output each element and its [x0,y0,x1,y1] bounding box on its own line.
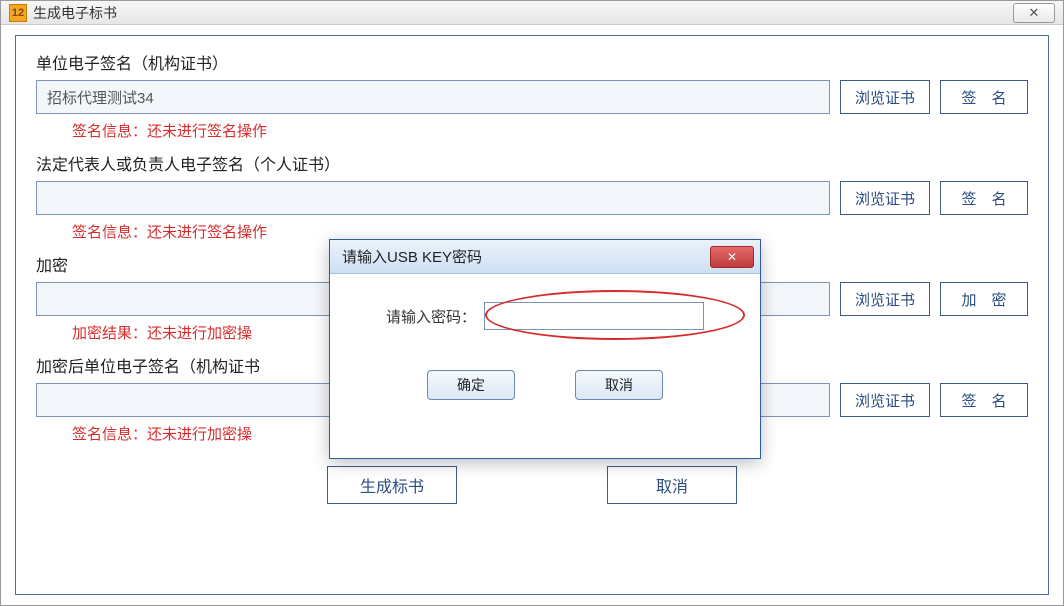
dialog-titlebar: 请输入USB KEY密码 ✕ [330,240,760,274]
post-encrypt-browse-cert-button[interactable]: 浏览证书 [840,383,930,417]
person-sign-button[interactable]: 签 名 [940,181,1028,215]
bottom-buttons: 生成标书 取消 [16,466,1048,504]
titlebar: 12 生成电子标书 ✕ [1,1,1063,25]
dialog-cancel-button[interactable]: 取消 [575,370,663,400]
post-encrypt-sign-button[interactable]: 签 名 [940,383,1028,417]
encrypt-button[interactable]: 加 密 [940,282,1028,316]
dialog-buttons: 确定 取消 [427,370,663,400]
main-cancel-button[interactable]: 取消 [607,466,737,504]
org-browse-cert-button[interactable]: 浏览证书 [840,80,930,114]
content-area: 单位电子签名（机构证书） 浏览证书 签 名 签名信息：还未进行签名操作 法定代表… [1,25,1063,605]
org-sign-button[interactable]: 签 名 [940,80,1028,114]
main-window: 12 生成电子标书 ✕ 单位电子签名（机构证书） 浏览证书 签 名 签名信息：还… [0,0,1064,606]
person-sign-row: 浏览证书 签 名 [36,181,1028,215]
section-org-sign: 单位电子签名（机构证书） 浏览证书 签 名 签名信息：还未进行签名操作 [36,50,1028,141]
dialog-input-row: 请输入密码： [360,302,730,330]
password-label: 请输入密码： [386,306,476,327]
org-sign-label: 单位电子签名（机构证书） [36,50,1028,74]
section-person-sign: 法定代表人或负责人电子签名（个人证书） 浏览证书 签 名 签名信息：还未进行签名… [36,151,1028,242]
person-browse-cert-button[interactable]: 浏览证书 [840,181,930,215]
app-icon: 12 [9,4,27,22]
titlebar-left: 12 生成电子标书 [9,3,117,23]
generate-bid-button[interactable]: 生成标书 [327,466,457,504]
dialog-ok-button[interactable]: 确定 [427,370,515,400]
person-sign-input[interactable] [36,181,830,215]
encrypt-browse-cert-button[interactable]: 浏览证书 [840,282,930,316]
window-close-button[interactable]: ✕ [1013,3,1055,23]
usb-key-password-dialog: 请输入USB KEY密码 ✕ 请输入密码： 确定 取消 [329,239,761,459]
dialog-close-button[interactable]: ✕ [710,246,754,268]
dialog-body: 请输入密码： 确定 取消 [330,274,760,416]
org-sign-row: 浏览证书 签 名 [36,80,1028,114]
org-sign-input[interactable] [36,80,830,114]
org-sign-status: 签名信息：还未进行签名操作 [72,120,1028,141]
password-input[interactable] [484,302,704,330]
dialog-title: 请输入USB KEY密码 [342,246,482,267]
person-sign-label: 法定代表人或负责人电子签名（个人证书） [36,151,1028,175]
window-title: 生成电子标书 [33,3,117,23]
